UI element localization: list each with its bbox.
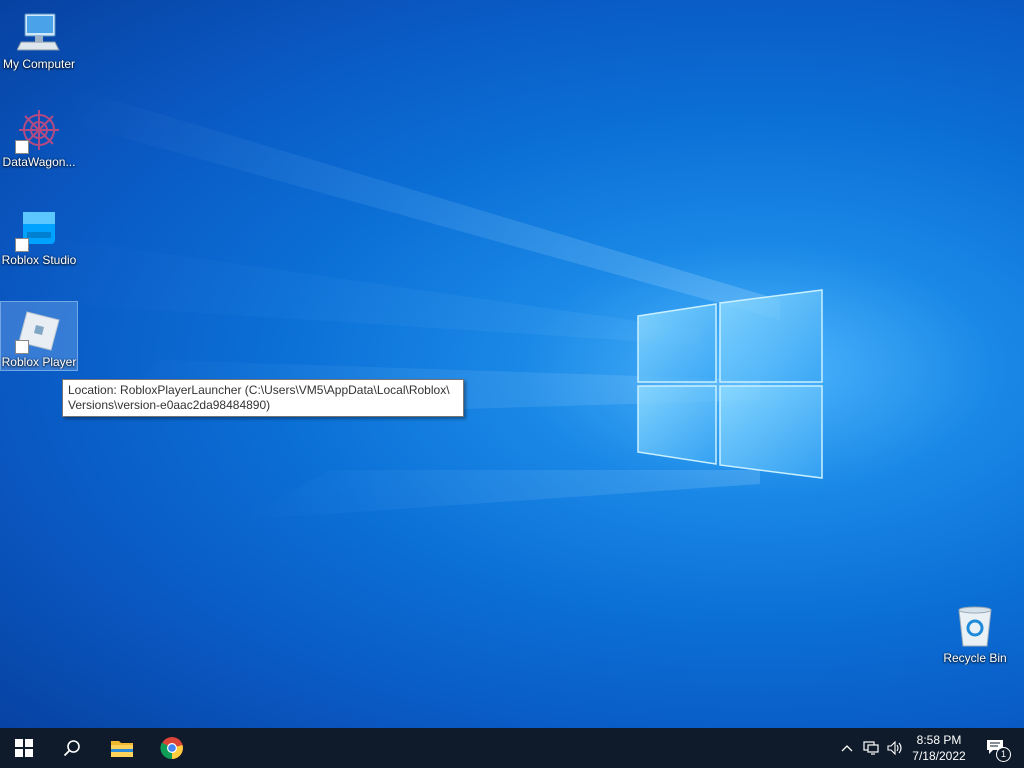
shortcut-arrow-icon (15, 340, 29, 354)
desktop-icon-label: Roblox Player (1, 355, 77, 369)
chevron-up-icon (841, 745, 853, 752)
computer-icon (16, 10, 61, 54)
clock-date: 7/18/2022 (912, 749, 966, 763)
windows-start-icon (15, 739, 33, 757)
folder-icon (111, 741, 133, 757)
clock-time: 8:58 PM (916, 733, 962, 747)
notification-count-badge: 1 (996, 747, 1011, 762)
tooltip-line: Versions\version-e0aac2da98484890) (68, 398, 271, 412)
volume-tray-button[interactable] (884, 728, 906, 768)
desktop-icon-my-computer[interactable]: My Computer (1, 4, 77, 76)
desktop-icon-label: Recycle Bin (943, 651, 1007, 665)
show-hidden-icons-button[interactable] (836, 728, 858, 768)
roblox-player-icon (15, 308, 61, 354)
shortcut-location-tooltip: Location: RobloxPlayerLauncher (C:\Users… (62, 379, 464, 417)
desktop-icon-datawagon[interactable]: DataWagon... (1, 102, 77, 174)
taskbar-clock[interactable]: 8:58 PM 7/18/2022 (906, 732, 972, 764)
desktop-icon-label: Roblox Studio (1, 253, 77, 267)
search-button[interactable] (48, 728, 96, 768)
roblox-studio-icon (15, 206, 61, 252)
shortcut-arrow-icon (15, 140, 29, 154)
chrome-taskbar-button[interactable] (148, 728, 196, 768)
recycle-bin-icon (953, 604, 997, 648)
network-tray-button[interactable] (860, 728, 882, 768)
search-icon (63, 740, 80, 757)
datawagon-app-icon (15, 108, 61, 154)
shortcut-arrow-icon (15, 238, 29, 252)
desktop-icon-recycle-bin[interactable]: Recycle Bin (937, 598, 1013, 670)
desktop-icon-label: DataWagon... (2, 155, 76, 169)
network-icon (863, 741, 879, 755)
windows-logo-wallpaper (637, 289, 823, 479)
desktop-icon-roblox-player[interactable]: Roblox Player (0, 301, 78, 371)
chrome-icon (160, 737, 183, 760)
taskbar: 8:58 PM 7/18/2022 1 (0, 728, 1024, 768)
speaker-icon (887, 741, 902, 755)
desktop[interactable]: My Computer DataWagon... Roblox Studio R… (0, 0, 1024, 728)
desktop-icon-label: My Computer (2, 57, 76, 71)
wallpaper-light-beams (0, 90, 780, 520)
start-button[interactable] (0, 728, 48, 768)
file-explorer-taskbar-button[interactable] (98, 728, 146, 768)
desktop-icon-roblox-studio[interactable]: Roblox Studio (1, 200, 77, 272)
action-center-button[interactable]: 1 (978, 728, 1014, 768)
tooltip-line: Location: RobloxPlayerLauncher (C:\Users… (68, 383, 450, 397)
